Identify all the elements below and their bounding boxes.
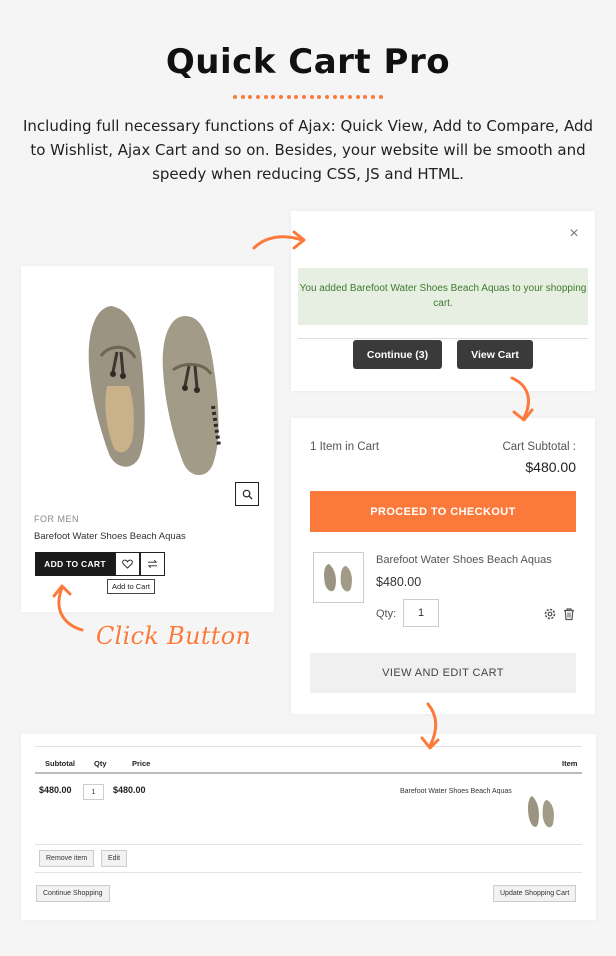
divider	[35, 872, 582, 873]
add-to-cart-tooltip: Add to Cart	[107, 579, 155, 594]
continue-button[interactable]: Continue (3)	[353, 340, 442, 369]
continue-shopping-button[interactable]: Continue Shopping	[36, 885, 110, 902]
edit-item-button[interactable]: Edit	[101, 850, 128, 867]
row-item-image[interactable]	[524, 790, 558, 836]
page-title: Quick Cart Pro	[165, 42, 451, 82]
add-to-wishlist-button[interactable]	[115, 552, 140, 576]
divider	[298, 338, 588, 339]
add-to-compare-button[interactable]	[140, 552, 165, 576]
col-subtotal: Subtotal	[45, 759, 75, 768]
add-to-cart-button[interactable]: ADD TO CART	[35, 552, 115, 576]
view-and-edit-cart-button[interactable]: VIEW AND EDIT CART	[310, 653, 576, 693]
close-icon[interactable]: ×	[567, 226, 581, 242]
col-price: Price	[132, 759, 151, 768]
arrow-icon	[252, 230, 306, 250]
cart-item-count: 1 Item in Cart	[310, 441, 380, 453]
shopping-cart-table: Subtotal Qty Price Item $480.00 1 $480.0…	[21, 734, 596, 920]
qty-input[interactable]: 1	[403, 599, 439, 627]
wishlist-heart-icon	[122, 559, 133, 569]
row-price: $480.00	[113, 785, 146, 795]
product-name[interactable]: Barefoot Water Shoes Beach Aquas	[34, 531, 186, 542]
title-divider-dots	[233, 95, 383, 101]
product-category[interactable]: FOR MEN	[34, 514, 79, 524]
col-item: Item	[562, 759, 578, 768]
compare-icon	[147, 560, 158, 568]
cart-subtotal-label: Cart Subtotal :	[502, 441, 576, 453]
row-subtotal: $480.00	[39, 785, 72, 795]
page-description: Including full necessary functions of Aj…	[22, 117, 594, 183]
header-divider	[35, 772, 582, 774]
row-item-name[interactable]: Barefoot Water Shoes Beach Aquas	[400, 788, 512, 795]
trash-icon[interactable]	[562, 607, 576, 621]
arrow-icon	[510, 376, 534, 422]
added-to-cart-popup: × You added Barefoot Water Shoes Beach A…	[291, 211, 595, 391]
success-message: You added Barefoot Water Shoes Beach Aqu…	[298, 268, 588, 325]
minicart-panel: 1 Item in Cart Cart Subtotal : $480.00 P…	[291, 418, 595, 714]
row-qty-input[interactable]: 1	[83, 784, 104, 800]
cart-item-thumbnail[interactable]	[313, 552, 364, 603]
cart-subtotal-value: $480.00	[525, 459, 576, 475]
zoom-icon	[242, 489, 253, 500]
gear-icon[interactable]	[543, 607, 557, 621]
proceed-to-checkout-button[interactable]: PROCEED TO CHECKOUT	[310, 491, 576, 532]
cart-item-name[interactable]: Barefoot Water Shoes Beach Aquas	[376, 554, 552, 566]
update-shopping-cart-button[interactable]: Update Shopping Cart	[493, 885, 577, 902]
divider	[35, 746, 582, 747]
arrow-icon	[52, 584, 84, 632]
click-button-annotation: Click Button	[96, 622, 252, 650]
cart-item-price: $480.00	[376, 575, 422, 589]
col-qty: Qty	[94, 759, 107, 768]
product-thumbnail-image	[323, 563, 352, 591]
arrow-icon	[420, 702, 440, 750]
quick-view-button[interactable]	[235, 482, 259, 506]
qty-label: Qty:	[376, 608, 397, 620]
remove-item-button[interactable]: Remove item	[39, 850, 95, 867]
product-card: FOR MEN Barefoot Water Shoes Beach Aquas…	[21, 266, 274, 612]
view-cart-button[interactable]: View Cart	[457, 340, 533, 369]
divider	[35, 844, 582, 845]
product-image[interactable]	[73, 286, 233, 491]
